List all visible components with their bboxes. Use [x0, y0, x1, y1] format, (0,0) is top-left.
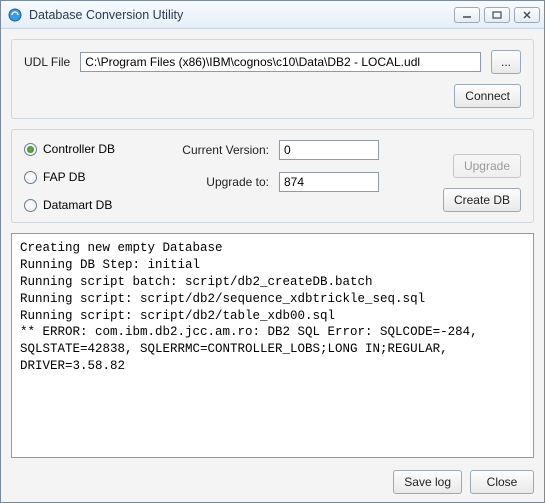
upgrade-to-label: Upgrade to: — [174, 175, 269, 189]
window-controls — [454, 7, 540, 23]
radio-icon — [24, 171, 37, 184]
bottom-buttons: Save log Close — [11, 468, 534, 494]
radio-icon — [24, 199, 37, 212]
radio-label: Datamart DB — [43, 198, 112, 212]
udl-file-input[interactable] — [80, 52, 481, 72]
app-icon — [7, 7, 23, 23]
current-version-input[interactable] — [279, 140, 379, 160]
upgrade-to-input[interactable] — [279, 172, 379, 192]
connect-row: Connect — [24, 84, 521, 108]
udl-file-label: UDL File — [24, 55, 70, 69]
radio-controller-db[interactable]: Controller DB — [24, 142, 154, 156]
titlebar: Database Conversion Utility — [1, 1, 544, 29]
db-buttons-column: Upgrade Create DB — [399, 140, 521, 212]
browse-button[interactable]: ... — [491, 50, 521, 74]
current-version-row: Current Version: — [174, 140, 379, 160]
close-button[interactable] — [514, 7, 540, 23]
radio-fap-db[interactable]: FAP DB — [24, 170, 154, 184]
radio-label: Controller DB — [43, 142, 115, 156]
close-dialog-button[interactable]: Close — [470, 470, 534, 494]
content-area: UDL File ... Connect Controller DB FAP D… — [1, 29, 544, 502]
minimize-button[interactable] — [454, 7, 480, 23]
radio-label: FAP DB — [43, 170, 85, 184]
db-panel-grid: Controller DB FAP DB Datamart DB Current… — [24, 140, 521, 212]
radio-icon — [24, 143, 37, 156]
radio-datamart-db[interactable]: Datamart DB — [24, 198, 154, 212]
log-output[interactable]: Creating new empty Database Running DB S… — [11, 233, 534, 458]
connect-button[interactable]: Connect — [454, 84, 521, 108]
udl-panel: UDL File ... Connect — [11, 39, 534, 119]
upgrade-to-row: Upgrade to: — [174, 172, 379, 192]
version-column: Current Version: Upgrade to: — [174, 140, 379, 212]
save-log-button[interactable]: Save log — [393, 470, 462, 494]
create-db-button[interactable]: Create DB — [443, 188, 521, 212]
db-radio-group: Controller DB FAP DB Datamart DB — [24, 140, 154, 212]
window-title: Database Conversion Utility — [29, 8, 454, 22]
app-window: Database Conversion Utility UDL File ...… — [0, 0, 545, 503]
db-panel: Controller DB FAP DB Datamart DB Current… — [11, 129, 534, 223]
maximize-button[interactable] — [484, 7, 510, 23]
current-version-label: Current Version: — [174, 143, 269, 157]
upgrade-button: Upgrade — [453, 154, 521, 178]
udl-row: UDL File ... — [24, 50, 521, 74]
